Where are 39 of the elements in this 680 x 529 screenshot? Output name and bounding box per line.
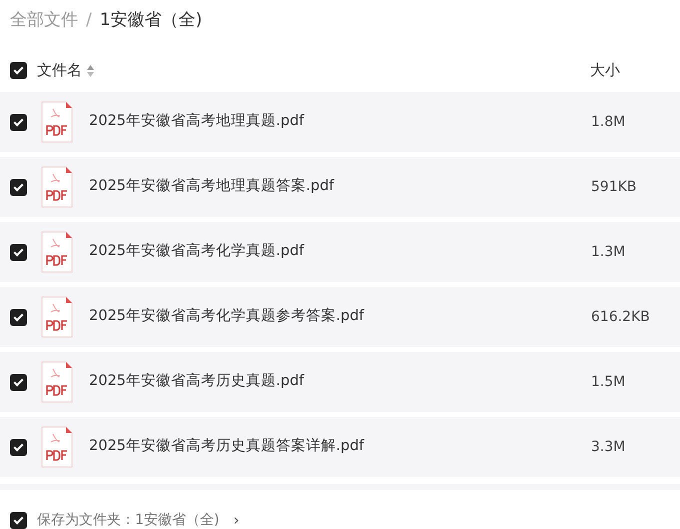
file-row[interactable]: 2025年安徽省高考历史真题答案详解.pdf 3.3M [0,417,680,477]
file-row[interactable]: 2025年安徽省高考化学真题.pdf 1.3M [0,222,680,282]
file-name: 2025年安徽省高考历史真题答案详解.pdf [89,436,364,456]
file-row[interactable]: 2025年安徽省高考历史真题.pdf 1.5M [0,352,680,412]
file-row[interactable]: 2025年安徽省高考地理真题答案.pdf 591KB [0,157,680,217]
file-row[interactable]: 2025年安徽省高考地理真题.pdf 1.8M [0,92,680,152]
column-header[interactable]: 文件名 [37,59,82,82]
file-name: 2025年安徽省高考历史真题.pdf [89,372,304,392]
checkbox[interactable] [10,374,27,390]
pdf-file-icon [41,361,73,403]
breadcrumb-current: 1安徽省（全) [100,8,202,32]
file-name: 2025年安徽省高考地理真题.pdf [89,112,304,132]
chevron-link[interactable]: › [233,509,240,529]
sort-icon[interactable] [86,64,95,78]
checkbox[interactable] [10,512,27,529]
pdf-file-icon [41,231,73,273]
pdf-file-icon [41,296,73,338]
checkbox[interactable] [10,178,27,196]
checkbox[interactable] [10,308,27,326]
separator-slash: / [86,8,92,32]
column-header: 大小 [590,60,621,82]
pdf-file-icon [41,101,73,143]
checkbox[interactable] [10,438,27,456]
pdf-file-icon [41,426,73,468]
file-size: 1.3M [591,242,626,262]
file-name: 2025年安徽省高考化学真题.pdf [89,242,304,262]
file-name: 2025年安徽省高考化学真题参考答案.pdf [89,306,364,326]
file-size: 1.5M [591,372,626,392]
save-as-folder-label: 保存为文件夹：1安徽省（全) [37,510,220,529]
file-size: 591KB [591,178,638,196]
checkbox[interactable] [10,244,27,260]
file-row[interactable]: 2025年安徽省高考化学真题参考答案.pdf 616.2KB [0,287,680,347]
file-name: 2025年安徽省高考地理真题答案.pdf [89,176,334,196]
file-size: 616.2KB [591,308,651,326]
checkbox[interactable] [10,114,27,130]
file-size: 1.8M [591,112,626,132]
file-size: 3.3M [591,438,626,456]
checkbox[interactable] [10,62,27,79]
pdf-file-icon [41,166,73,208]
